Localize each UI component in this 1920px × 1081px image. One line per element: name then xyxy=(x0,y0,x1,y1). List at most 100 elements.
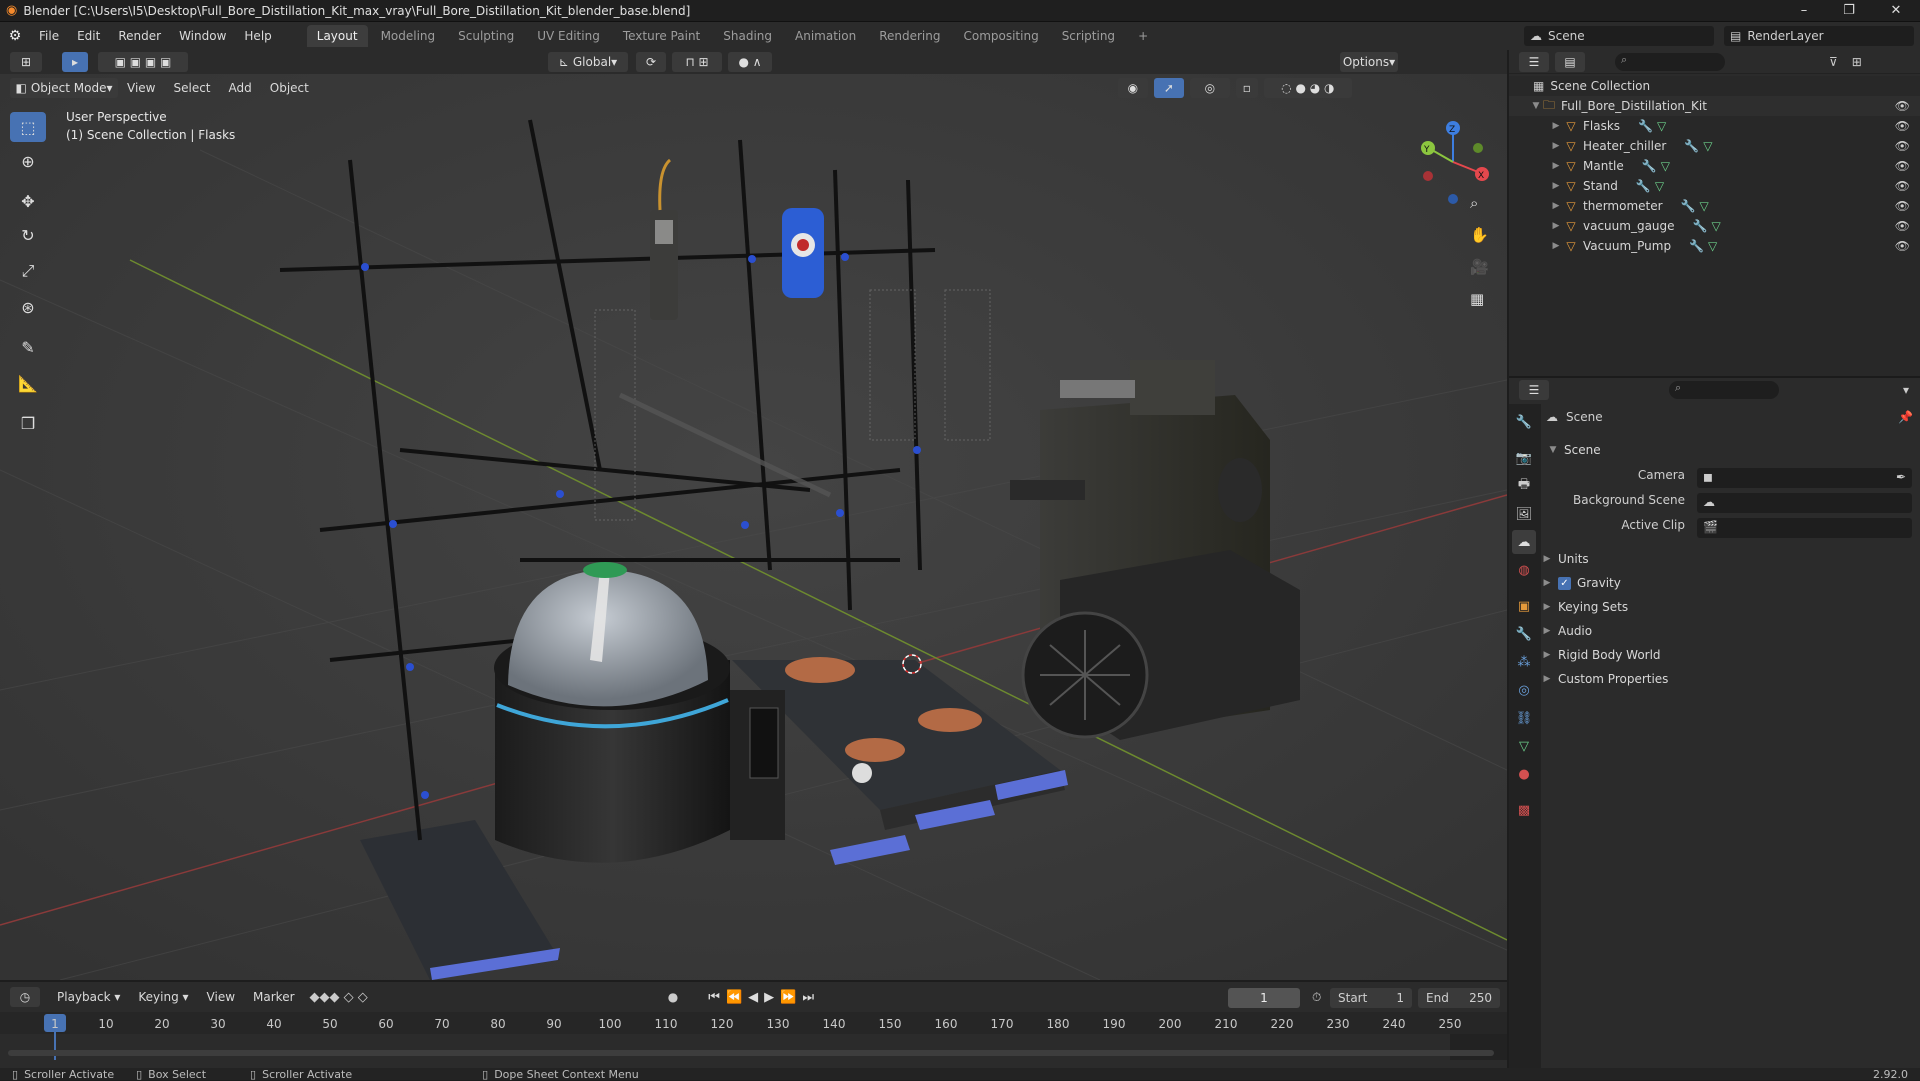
expand-triangle-icon[interactable]: ▶ xyxy=(1549,241,1563,251)
eye-icon[interactable]: 👁 xyxy=(1895,159,1910,173)
options-dropdown[interactable]: Options ▾ xyxy=(1340,52,1398,72)
outliner-row-object[interactable]: ▶ ▽ Flasks 🔧 ▽ 👁 xyxy=(1509,116,1920,136)
eye-icon[interactable]: 👁 xyxy=(1895,119,1910,133)
play-icon[interactable]: ▶ xyxy=(764,990,774,1005)
physics-tab-icon[interactable]: ◎ xyxy=(1512,678,1536,702)
expand-triangle-icon[interactable]: ▶ xyxy=(1549,221,1563,231)
close-button[interactable]: ✕ xyxy=(1874,0,1918,22)
eye-icon[interactable]: 👁 xyxy=(1895,219,1910,233)
eye-icon[interactable]: 👁 xyxy=(1895,179,1910,193)
ortho-grid-icon[interactable]: ▦ xyxy=(1470,290,1484,308)
viewport-menu-select[interactable]: Select xyxy=(164,74,219,102)
expand-triangle-icon[interactable]: ▶ xyxy=(1549,161,1563,171)
object-mode-dropdown[interactable]: ◧ Object Mode ▾ xyxy=(10,78,118,98)
expand-triangle-icon[interactable]: ▶ xyxy=(1549,141,1563,151)
pan-hand-icon[interactable]: ✋ xyxy=(1470,226,1489,244)
end-frame-field[interactable]: End 250 xyxy=(1418,988,1500,1008)
world-tab-icon[interactable]: ◍ xyxy=(1512,558,1536,582)
gizmo-toggle-icon[interactable]: ➚ xyxy=(1153,78,1184,98)
minimize-button[interactable]: – xyxy=(1782,0,1826,22)
properties-editor-icon[interactable]: ☰ xyxy=(1519,380,1549,400)
eye-icon[interactable]: 👁 xyxy=(1895,99,1910,113)
record-icon[interactable]: ● xyxy=(668,990,678,1004)
jump-start-icon[interactable]: ⏮ xyxy=(708,990,720,1005)
custom-properties-section-header[interactable]: ▶ Custom Properties xyxy=(1540,669,1669,689)
shading-modes-icon[interactable]: ◌ ● ◕ ◑ xyxy=(1263,78,1352,98)
rotate-icon[interactable]: ↻ xyxy=(10,220,46,250)
timeline-scrollbar[interactable] xyxy=(8,1050,1494,1056)
viewport-menu-add[interactable]: Add xyxy=(220,74,261,102)
maximize-button[interactable]: ❐ xyxy=(1827,0,1871,22)
tab-compositing[interactable]: Compositing xyxy=(953,25,1048,47)
view-layer-tab-icon[interactable]: 🖼 xyxy=(1512,502,1536,526)
units-section-header[interactable]: ▶ Units xyxy=(1540,549,1589,569)
expand-triangle-icon[interactable]: ▶ xyxy=(1540,602,1554,612)
measure-icon[interactable]: 📐 xyxy=(10,368,46,398)
outliner-row-collection[interactable]: ▼ 🗀 Full_Bore_Distillation_Kit 👁 xyxy=(1509,96,1920,116)
stopwatch-icon[interactable]: ⏱ xyxy=(1312,990,1321,1005)
menu-help[interactable]: Help xyxy=(235,22,280,50)
timeline-menu-marker[interactable]: Marker xyxy=(244,983,303,1011)
render-tab-icon[interactable]: 📷 xyxy=(1512,446,1536,470)
blender-menu-icon[interactable]: ⚙ xyxy=(0,28,30,44)
keyframe-icon[interactable]: ◆◆◆ ◇ ◇ xyxy=(310,990,368,1005)
menu-render[interactable]: Render xyxy=(109,22,170,50)
tab-texture-paint[interactable]: Texture Paint xyxy=(613,25,710,47)
outliner-row-object[interactable]: ▶ ▽ vacuum_gauge 🔧 ▽ 👁 xyxy=(1509,216,1920,236)
keying-sets-section-header[interactable]: ▶ Keying Sets xyxy=(1540,597,1629,617)
expand-triangle-icon[interactable]: ▶ xyxy=(1549,181,1563,191)
move-icon[interactable]: ✥ xyxy=(10,186,46,216)
timeline-menu-keying[interactable]: Keying ▾ xyxy=(129,983,197,1011)
scale-icon[interactable]: ⤢ xyxy=(10,256,46,286)
timeline-menu-view[interactable]: View xyxy=(198,983,244,1011)
filter-icon[interactable]: ⊽ xyxy=(1829,55,1838,69)
cursor-icon[interactable]: ⊕ xyxy=(10,146,46,176)
eyedropper-icon[interactable]: ✒ xyxy=(1896,470,1906,484)
proportional-edit-icon[interactable]: ● ∧ xyxy=(728,52,772,72)
tab-shading[interactable]: Shading xyxy=(713,25,782,47)
properties-search-input[interactable]: ⌕ xyxy=(1669,381,1779,399)
scene-section-header[interactable]: ▼ Scene xyxy=(1546,440,1601,460)
constraints-tab-icon[interactable]: ⛓ xyxy=(1512,706,1536,730)
xray-toggle-icon[interactable]: ▫ xyxy=(1235,78,1258,98)
zoom-icon[interactable]: ⌕ xyxy=(1470,194,1478,212)
select-mode-icon[interactable]: ▸ xyxy=(62,52,88,72)
editor-type-button[interactable]: ⊞ xyxy=(10,52,42,72)
jump-end-icon[interactable]: ⏭ xyxy=(802,990,814,1005)
selection-modes-icon[interactable]: ▣ ▣ ▣ ▣ xyxy=(98,52,188,72)
expand-triangle-icon[interactable]: ▶ xyxy=(1549,121,1563,131)
texture-tab-icon[interactable]: ▩ xyxy=(1512,798,1536,822)
display-mode-icon[interactable]: ▤ xyxy=(1555,51,1585,72)
expand-triangle-icon[interactable]: ▶ xyxy=(1540,650,1554,660)
outliner-row-object[interactable]: ▶ ▽ Heater_chiller 🔧 ▽ 👁 xyxy=(1509,136,1920,156)
transform-icon[interactable]: ⊛ xyxy=(10,292,46,322)
rigid-body-world-section-header[interactable]: ▶ Rigid Body World xyxy=(1540,645,1661,665)
modifier-tab-icon[interactable]: 🔧 xyxy=(1512,622,1536,646)
outliner-row-object[interactable]: ▶ ▽ thermometer 🔧 ▽ 👁 xyxy=(1509,196,1920,216)
tab-modeling[interactable]: Modeling xyxy=(371,25,446,47)
object-tab-icon[interactable]: ▣ xyxy=(1512,594,1536,618)
menu-window[interactable]: Window xyxy=(170,22,235,50)
expand-triangle-icon[interactable]: ▶ xyxy=(1540,554,1554,564)
collapse-triangle-icon[interactable]: ▼ xyxy=(1546,445,1560,455)
new-collection-icon[interactable]: ⊞ xyxy=(1852,55,1862,69)
add-workspace-button[interactable]: + xyxy=(1128,25,1158,47)
tab-uv-editing[interactable]: UV Editing xyxy=(527,25,610,47)
properties-options-icon[interactable]: ▾ xyxy=(1903,383,1909,397)
viewport-menu-object[interactable]: Object xyxy=(261,74,318,102)
gravity-section-header[interactable]: ▶ ✓ Gravity xyxy=(1540,573,1621,593)
tab-scripting[interactable]: Scripting xyxy=(1052,25,1125,47)
viewport-menu-view[interactable]: View xyxy=(118,74,164,102)
tool-tab-icon[interactable]: 🔧 xyxy=(1512,410,1536,434)
outliner-search-input[interactable]: ⌕ xyxy=(1615,52,1725,71)
overlay-toggle-icon[interactable]: ◎ xyxy=(1189,78,1230,98)
outliner-row-scene-collection[interactable]: ▦ Scene Collection xyxy=(1509,76,1920,96)
transform-orientation-dropdown[interactable]: ⊾ Global ▾ xyxy=(548,52,628,72)
gravity-checkbox[interactable]: ✓ xyxy=(1558,576,1571,590)
expand-triangle-icon[interactable]: ▶ xyxy=(1540,626,1554,636)
eye-icon[interactable]: 👁 xyxy=(1895,199,1910,213)
pin-icon[interactable]: 📌 xyxy=(1898,410,1913,424)
select-box-icon[interactable]: ⬚ xyxy=(10,112,46,142)
camera-field[interactable]: ◼ ✒ xyxy=(1697,468,1912,488)
snap-icon[interactable]: ⊓ ⊞ xyxy=(672,52,722,72)
